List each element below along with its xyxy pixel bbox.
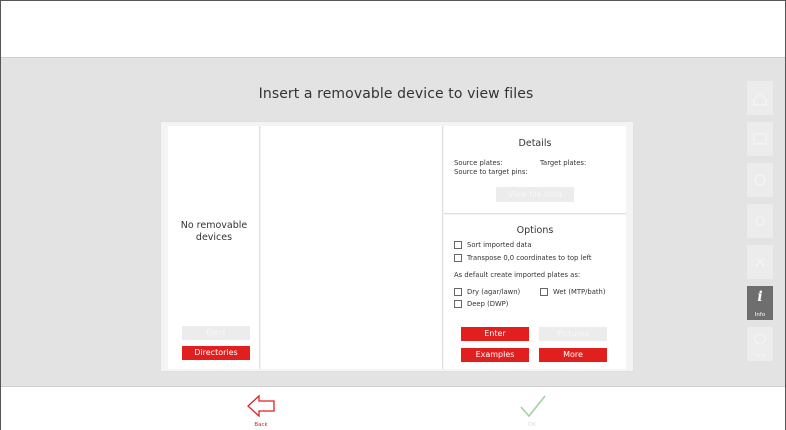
sort-imported-label: Sort imported data [467,241,532,249]
sort-imported-option[interactable]: Sort imported data [454,241,532,249]
sidebar-plates-button[interactable] [747,122,773,156]
eject-button[interactable]: Eject [182,326,250,340]
gear-icon [755,216,765,226]
sidebar-help-label: Help [753,353,767,359]
enter-button[interactable]: Enter [461,327,529,341]
wet-option[interactable]: Wet (MTP/bath) [540,288,606,296]
workspace: Insert a removable device to view files … [1,58,785,386]
devices-column: No removable devices Eject Directories [168,126,260,369]
details-section: Details Source plates: Target plates: So… [444,126,626,214]
options-section: Options Sort imported data Transpose 0,0… [444,215,626,369]
ok-button[interactable]: OK [515,391,549,429]
transpose-checkbox[interactable] [454,254,462,262]
dry-checkbox[interactable] [454,288,462,296]
sidebar-settings-button[interactable] [747,204,773,238]
back-label: Back [254,422,268,428]
checkmark-icon [520,395,546,418]
examples-button[interactable]: Examples [461,348,529,362]
sidebar-help-button[interactable]: Help [747,327,773,361]
dry-label: Dry (agar/lawn) [467,288,521,296]
directories-button[interactable]: Directories [182,346,250,360]
no-devices-line-2: devices [195,232,233,243]
wet-label: Wet (MTP/bath) [553,288,606,296]
sidebar-home-button[interactable] [747,81,773,115]
ok-label: OK [528,422,536,428]
plate-icon [753,133,767,145]
source-to-target-pins-label: Source to target pins: [454,168,528,176]
transpose-label: Transpose 0,0 coordinates to top left [467,254,592,262]
sidebar-cycle-button[interactable] [747,163,773,197]
bottom-bar [1,386,785,430]
deep-checkbox[interactable] [454,300,462,308]
more-button[interactable]: More [539,348,607,362]
back-arrow-icon [247,394,275,418]
deep-label: Deep (DWP) [467,300,509,308]
help-icon [754,333,766,345]
page-title: Insert a removable device to view files [258,86,534,102]
info-icon: i [757,289,763,305]
back-button[interactable]: Back [244,391,278,429]
view-file-data-button[interactable]: View file data [496,187,574,202]
source-plates-label: Source plates: [454,159,503,167]
import-panel: No removable devices Eject Directories D… [160,121,634,372]
details-title: Details [518,138,552,149]
no-devices-line-1: No removable [180,220,248,231]
top-bar [1,1,785,58]
wet-checkbox[interactable] [540,288,548,296]
deep-option[interactable]: Deep (DWP) [454,300,508,308]
home-icon [753,92,767,106]
sidebar-info-button[interactable]: i Info [747,286,773,320]
file-list[interactable] [261,126,443,369]
sidebar-tools-button[interactable] [747,245,773,279]
target-plates-label: Target plates: [540,159,587,167]
tools-icon [755,257,765,267]
options-title: Options [516,225,554,236]
dry-option[interactable]: Dry (agar/lawn) [454,288,520,296]
cycle-icon [754,174,766,186]
no-devices-message: No removable devices [168,220,260,244]
sort-imported-checkbox[interactable] [454,241,462,249]
default-plates-label: As default create imported plates as: [454,271,581,279]
transpose-option[interactable]: Transpose 0,0 coordinates to top left [454,254,592,262]
pictures-button[interactable]: Pictures [539,327,607,341]
sidebar-info-label: Info [754,312,766,318]
